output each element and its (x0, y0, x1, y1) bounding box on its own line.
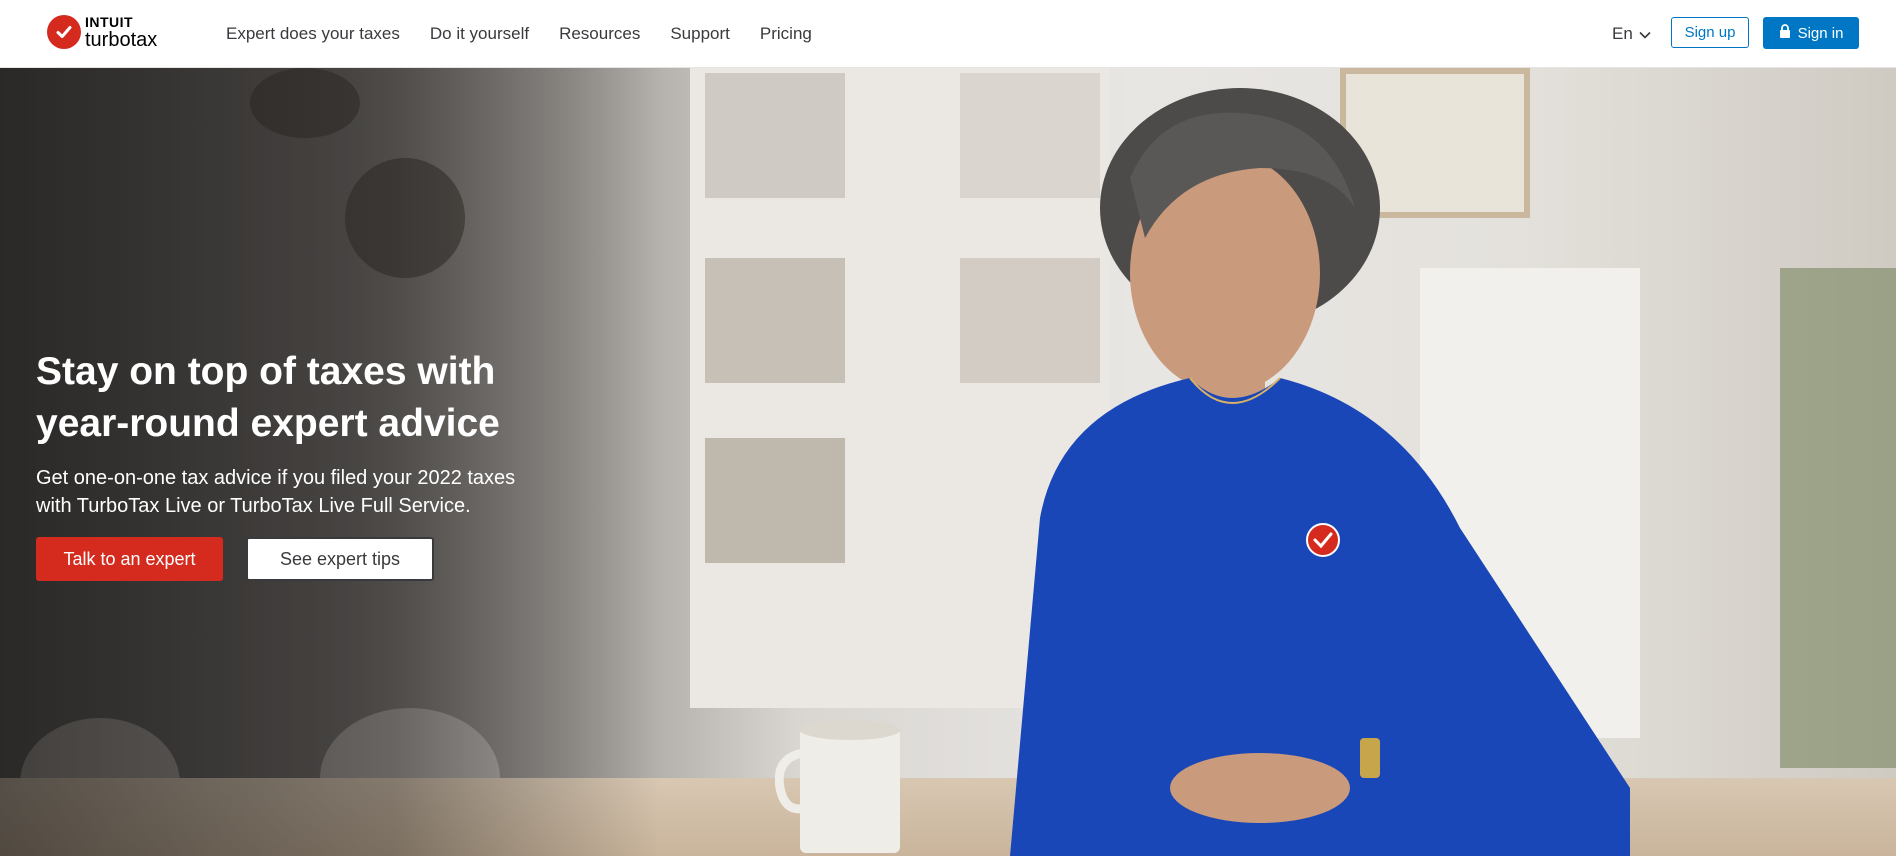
checkmark-circle-icon (47, 15, 81, 49)
language-label: En (1612, 24, 1633, 43)
nav-link-support[interactable]: Support (670, 24, 730, 44)
see-expert-tips-button[interactable]: See expert tips (246, 537, 434, 581)
hero-subtitle-line-1: Get one-on-one tax advice if you filed y… (36, 467, 516, 489)
logo-intuit-text: INTUIT (85, 13, 134, 30)
nav-link-do-it-yourself[interactable]: Do it yourself (430, 24, 529, 44)
talk-to-an-expert-button[interactable]: Talk to an expert (36, 537, 223, 581)
hero-title: Stay on top of taxes with year-round exp… (36, 346, 596, 450)
hero-subtitle-line-2: with TurboTax Live or TurboTax Live Full… (36, 495, 471, 517)
language-selector[interactable]: En (1612, 24, 1651, 44)
turbotax-logo[interactable]: INTUIT turbotax (47, 14, 157, 50)
nav-link-resources[interactable]: Resources (559, 24, 640, 44)
hero-banner: Stay on top of taxes with year-round exp… (0, 68, 1896, 856)
logo-turbotax-text: turbotax (85, 28, 158, 51)
hero-person-image (1010, 88, 1630, 856)
nav-link-expert-does-your-taxes[interactable]: Expert does your taxes (226, 24, 400, 44)
hero-title-line-2: year-round expert advice (36, 402, 500, 445)
hero-title-line-1: Stay on top of taxes with (36, 350, 496, 393)
lock-icon (1779, 24, 1791, 42)
chevron-down-icon (1639, 24, 1651, 44)
sign-in-label: Sign in (1797, 24, 1844, 42)
coffee-mug (775, 720, 900, 853)
hero-subtitle: Get one-on-one tax advice if you filed y… (36, 464, 576, 520)
primary-nav: Expert does your taxes Do it yourself Re… (226, 0, 842, 68)
nav-link-pricing[interactable]: Pricing (760, 24, 812, 44)
logo-wordmark: INTUIT turbotax (85, 15, 157, 50)
sign-in-button[interactable]: Sign in (1763, 17, 1859, 49)
hero-text-overlay (0, 68, 660, 856)
top-navigation: INTUIT turbotax Expert does your taxes D… (0, 0, 1896, 68)
sign-up-button[interactable]: Sign up (1671, 17, 1749, 48)
